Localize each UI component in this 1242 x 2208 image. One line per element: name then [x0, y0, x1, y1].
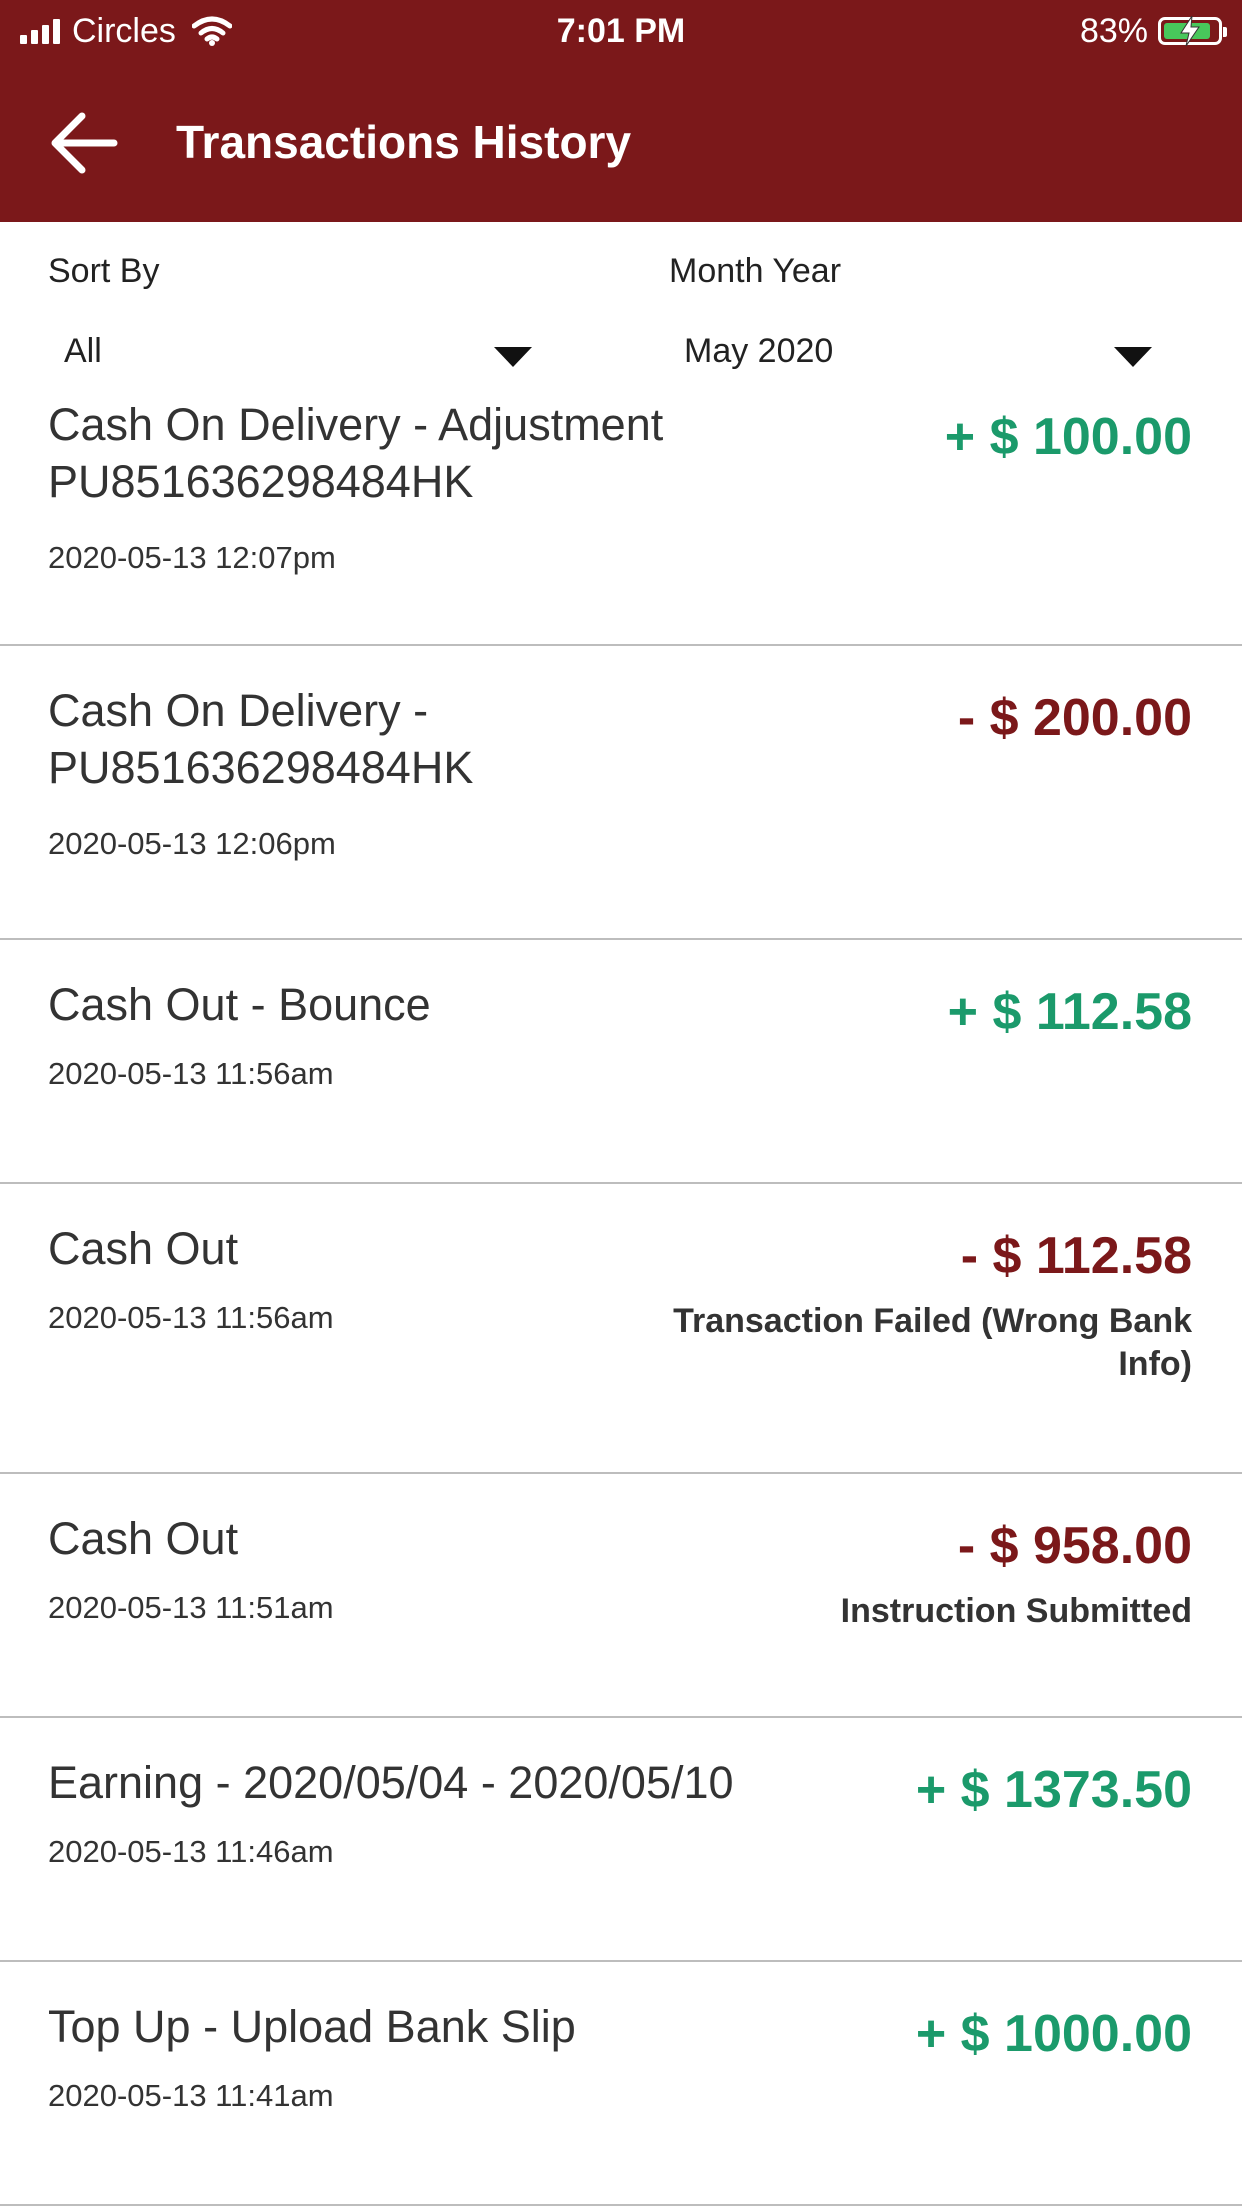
transaction-amount: + $ 100.00 [944, 408, 1192, 466]
transaction-description: Cash On Delivery - Adjustment PU85163629… [48, 399, 664, 507]
transaction-amount: - $ 112.58 [960, 1227, 1192, 1285]
transaction-row[interactable]: Earning - 2020/05/04 - 2020/05/10 2020-0… [0, 1718, 1242, 1962]
transaction-status: Transaction Failed (Wrong Bank Info) [673, 1302, 1192, 1383]
transaction-status: Instruction Submitted [840, 1592, 1192, 1630]
transaction-row[interactable]: Cash Out - Bounce 2020-05-13 11:56am + $… [0, 940, 1242, 1184]
back-arrow-icon[interactable] [48, 108, 120, 178]
transaction-date: 2020-05-13 11:51am [48, 1590, 334, 1625]
transaction-description: Cash Out [48, 1513, 239, 1564]
transaction-description: Top Up - Upload Bank Slip [48, 2001, 576, 2052]
transaction-amount: + $ 112.58 [947, 983, 1192, 1041]
transaction-description: Earning - 2020/05/04 - 2020/05/10 [48, 1757, 734, 1808]
sort-by-label: Sort By [48, 252, 160, 290]
transaction-row[interactable]: Cash On Delivery - Adjustment PU85163629… [0, 390, 1242, 646]
transaction-list[interactable]: Cash On Delivery - Adjustment PU85163629… [0, 390, 1242, 2208]
transaction-row[interactable]: Cash Out 2020-05-13 11:51am - $ 958.00 I… [0, 1474, 1242, 1718]
transaction-date: 2020-05-13 12:06pm [48, 826, 336, 861]
status-time: 7:01 PM [556, 12, 686, 50]
transaction-amount: - $ 200.00 [957, 689, 1192, 747]
page-title: Transactions History [176, 116, 632, 168]
transaction-description: Cash Out - Bounce [48, 979, 431, 1030]
transaction-date: 2020-05-13 12:07pm [48, 540, 336, 575]
battery-icon [1158, 16, 1227, 46]
chevron-down-icon [494, 347, 532, 367]
transaction-row[interactable]: Cash On Delivery - PU851636298484HK 2020… [0, 646, 1242, 940]
transaction-description: Cash Out [48, 1223, 239, 1274]
transaction-amount: + $ 1000.00 [915, 2005, 1192, 2063]
transaction-amount: + $ 1373.50 [915, 1761, 1192, 1819]
transaction-row[interactable]: Top Up - Upload Bank Slip 2020-05-13 11:… [0, 1962, 1242, 2206]
transaction-date: 2020-05-13 11:56am [48, 1300, 334, 1335]
chevron-down-icon [1114, 347, 1152, 367]
status-bar: Circles 7:01 PM 83% [0, 0, 1242, 62]
transaction-amount: - $ 958.00 [957, 1517, 1192, 1575]
app-header: Circles 7:01 PM 83% Transactions History [0, 0, 1242, 222]
transaction-date: 2020-05-13 11:41am [48, 2078, 334, 2113]
transaction-date: 2020-05-13 11:56am [48, 1056, 334, 1091]
sort-by-value: All [64, 332, 102, 370]
month-year-label: Month Year [669, 252, 842, 290]
month-year-value: May 2020 [684, 332, 834, 370]
transaction-description: Cash On Delivery - PU851636298484HK [48, 685, 474, 793]
battery-percentage: 83% [1079, 12, 1148, 50]
transaction-date: 2020-05-13 11:46am [48, 1834, 334, 1869]
transaction-row[interactable]: Cash Out 2020-05-13 11:56am - $ 112.58 T… [0, 1184, 1242, 1474]
